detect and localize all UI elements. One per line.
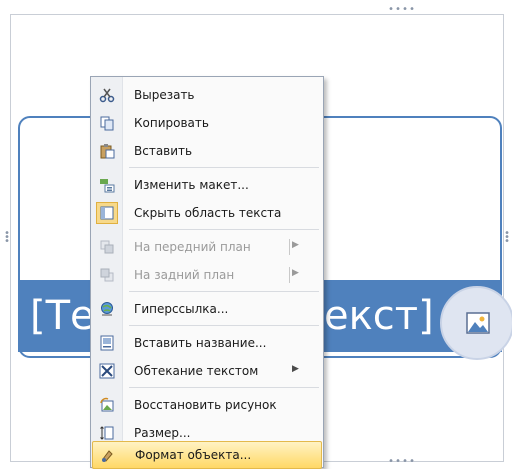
menu-item-cut[interactable]: Вырезать xyxy=(92,81,322,109)
copy-icon xyxy=(92,109,122,137)
caption-icon xyxy=(92,329,122,357)
text-pane-icon xyxy=(96,202,118,224)
menu-item-label: Вставить название... xyxy=(134,336,267,350)
menu-item-hide-text-pane[interactable]: Скрыть область текста xyxy=(92,199,322,227)
reset-picture-icon xyxy=(92,391,122,419)
menu-item-label: Восстановить рисунок xyxy=(134,398,277,412)
resize-handle-right[interactable]: • • • xyxy=(504,229,510,247)
menu-item-label: Формат объекта... xyxy=(135,448,252,462)
scissors-icon xyxy=(92,81,122,109)
submenu-arrow-icon: ▶ xyxy=(292,240,299,250)
menu-separator xyxy=(129,229,319,230)
resize-handle-left[interactable]: • • • xyxy=(4,229,10,247)
text-wrap-icon xyxy=(92,357,122,385)
menu-item-label: На передний план xyxy=(134,240,251,254)
hyperlink-icon xyxy=(92,295,122,323)
placeholder-text-left[interactable]: [Те xyxy=(30,290,95,342)
menu-item-label: Гиперссылка... xyxy=(134,302,229,316)
menu-item-label: Вырезать xyxy=(134,88,195,102)
menu-item-label: На задний план xyxy=(134,268,235,282)
menu-separator xyxy=(129,167,319,168)
menu-item-format-object[interactable]: Формат объекта... xyxy=(92,441,322,469)
placeholder-text-right[interactable]: екст] xyxy=(324,290,434,342)
insert-picture-icon[interactable] xyxy=(466,312,490,334)
change-layout-icon xyxy=(92,171,122,199)
menu-item-label: Изменить макет... xyxy=(134,178,249,192)
menu-item-label: Скрыть область текста xyxy=(134,206,282,220)
resize-handle-top[interactable]: •••• xyxy=(388,5,416,15)
submenu-arrow-icon: ▶ xyxy=(292,364,299,374)
format-object-icon xyxy=(93,441,123,469)
send-backward-icon xyxy=(92,261,122,289)
resize-handle-bottom[interactable]: •••• xyxy=(388,457,416,467)
menu-item-insert-caption[interactable]: Вставить название... xyxy=(92,329,322,357)
menu-separator xyxy=(129,291,319,292)
menu-item-copy[interactable]: Копировать xyxy=(92,109,322,137)
menu-item-reset-picture[interactable]: Восстановить рисунок xyxy=(92,391,322,419)
menu-item-change-layout[interactable]: Изменить макет... xyxy=(92,171,322,199)
menu-separator xyxy=(129,325,319,326)
menu-item-label: Копировать xyxy=(134,116,209,130)
menu-item-paste[interactable]: Вставить xyxy=(92,137,322,165)
menu-item-label: Размер... xyxy=(134,426,191,440)
menu-item-label: Вставить xyxy=(134,144,193,158)
submenu-divider xyxy=(289,267,290,283)
menu-item-text-wrapping[interactable]: Обтекание текстом ▶ xyxy=(92,357,322,385)
menu-item-bring-forward[interactable]: На передний план ▶ xyxy=(92,233,322,261)
menu-item-hyperlink[interactable]: Гиперссылка... xyxy=(92,295,322,323)
paste-icon xyxy=(92,137,122,165)
context-menu: Вырезать Копировать Вставить Изменить ма… xyxy=(90,76,324,469)
menu-separator xyxy=(129,387,319,388)
bring-forward-icon xyxy=(92,233,122,261)
menu-item-send-backward[interactable]: На задний план ▶ xyxy=(92,261,322,289)
submenu-divider xyxy=(289,239,290,255)
submenu-arrow-icon: ▶ xyxy=(292,268,299,278)
menu-item-label: Обтекание текстом xyxy=(134,364,259,378)
